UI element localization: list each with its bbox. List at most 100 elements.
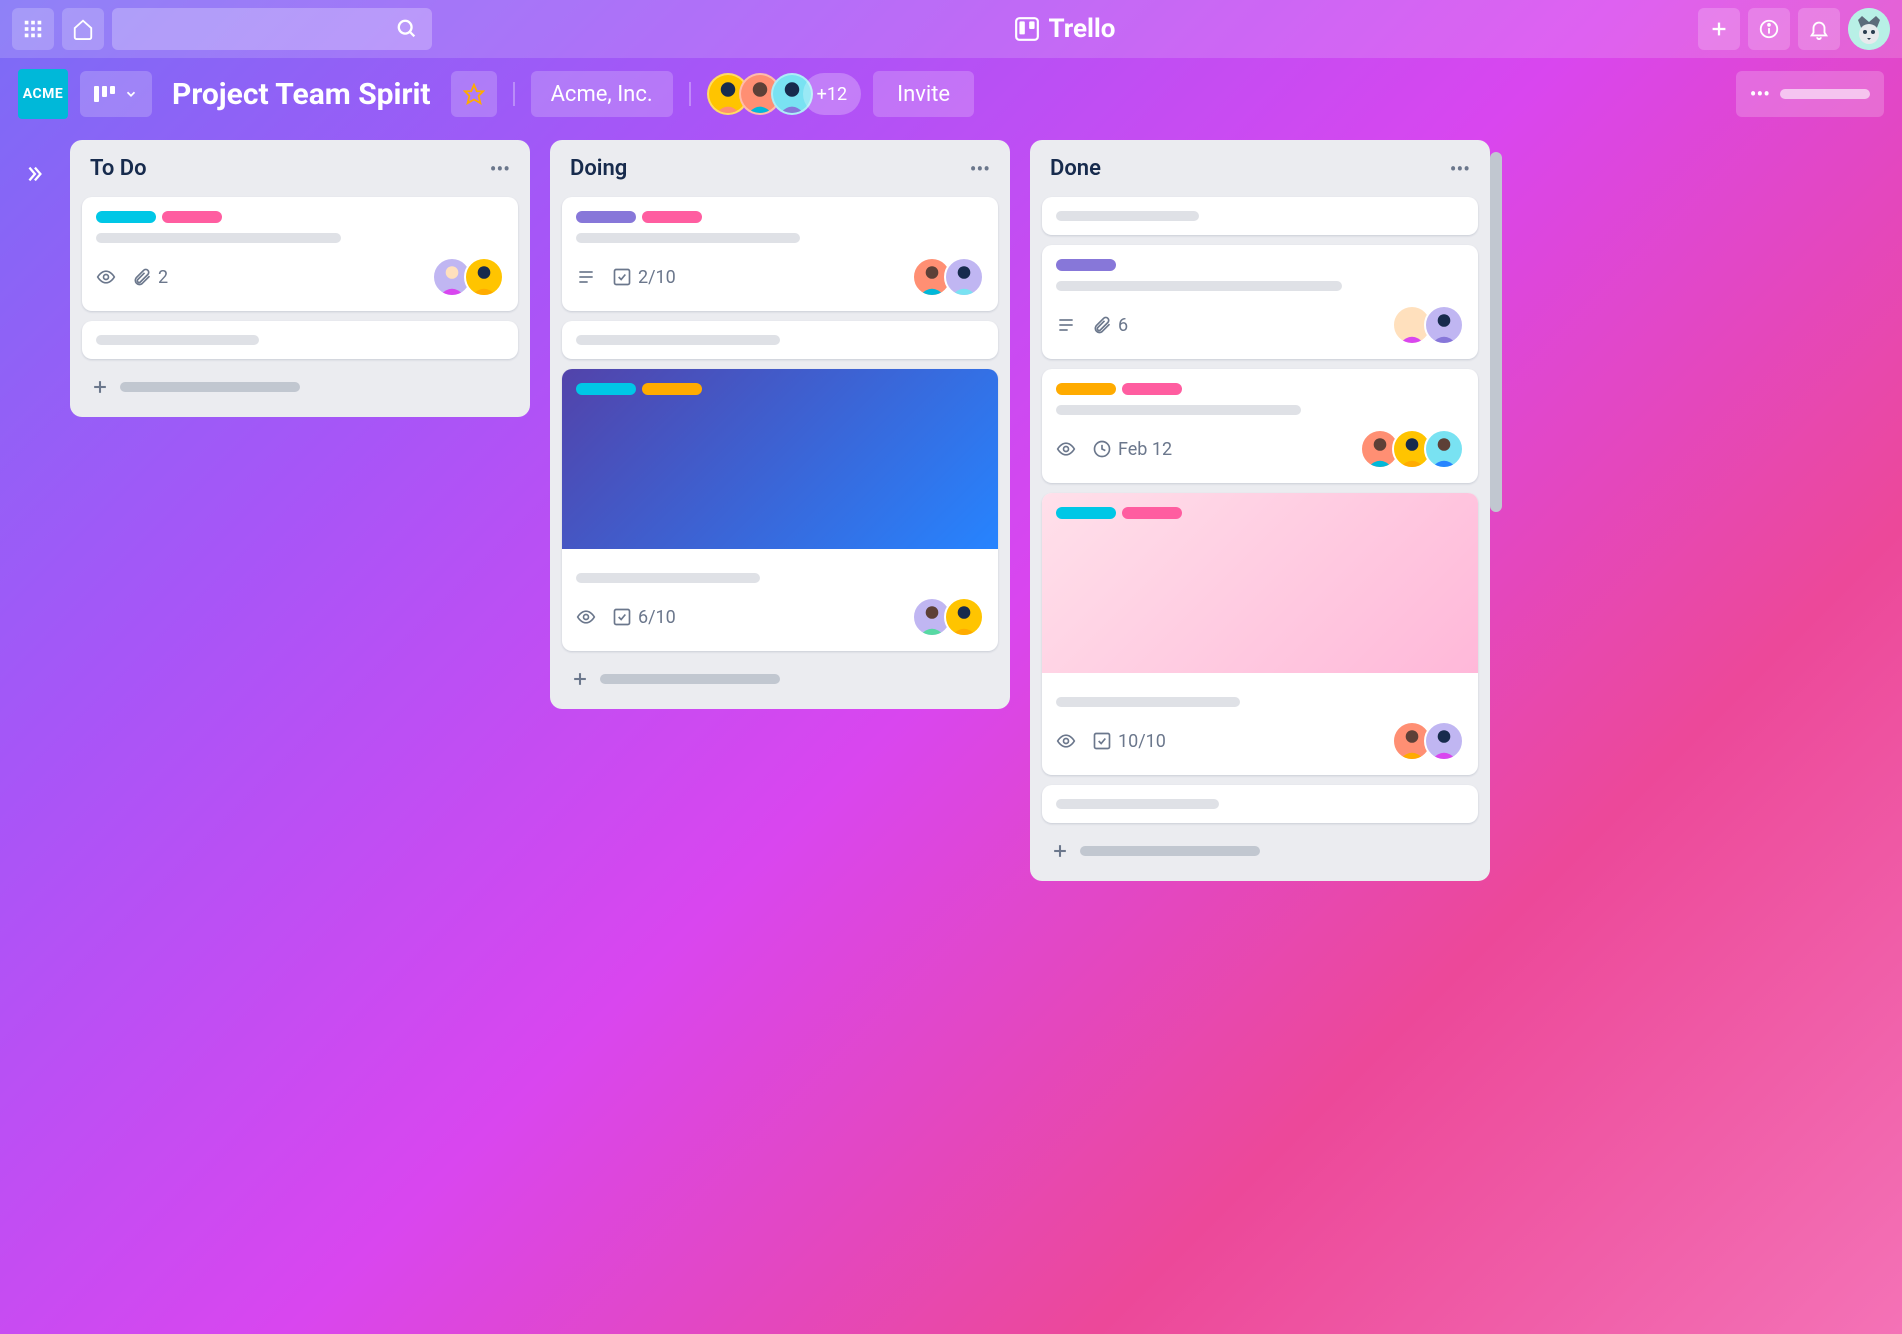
board-view-switcher[interactable] xyxy=(80,71,152,117)
plus-icon xyxy=(90,377,110,397)
sidebar-expand-button[interactable] xyxy=(14,154,54,194)
member-avatar[interactable] xyxy=(464,257,504,297)
member-avatar[interactable] xyxy=(944,597,984,637)
chevron-down-icon xyxy=(124,87,138,101)
checklist-badge: 10/10 xyxy=(1092,731,1166,752)
home-icon xyxy=(72,18,94,40)
husky-avatar-icon xyxy=(1848,8,1890,50)
card-title-placeholder xyxy=(1056,697,1240,707)
add-card-button[interactable] xyxy=(1042,833,1478,869)
apps-button[interactable] xyxy=(12,8,54,50)
eye-icon xyxy=(1056,439,1076,459)
card[interactable]: Feb 12 xyxy=(1042,369,1478,483)
card-label-yellow xyxy=(1056,383,1116,395)
add-card-button[interactable] xyxy=(562,661,998,697)
team-name-button[interactable]: Acme, Inc. xyxy=(531,71,673,117)
watch-badge xyxy=(1056,731,1076,751)
team-logo[interactable]: ACME xyxy=(18,69,68,119)
card-members xyxy=(1392,721,1464,761)
card[interactable]: 2/10 xyxy=(562,197,998,311)
card-cover xyxy=(562,369,998,549)
board-bar: ACME Project Team Spirit Acme, Inc. +12 … xyxy=(0,58,1902,130)
list-title[interactable]: To Do xyxy=(90,156,147,181)
menu-label-placeholder xyxy=(1780,89,1870,99)
info-button[interactable] xyxy=(1748,8,1790,50)
card[interactable] xyxy=(1042,785,1478,823)
list-menu-button[interactable]: ••• xyxy=(1450,157,1470,181)
card-title-placeholder xyxy=(1056,799,1219,809)
card-title-placeholder xyxy=(576,573,760,583)
paperclip-icon xyxy=(1092,315,1112,335)
star-icon xyxy=(463,83,485,105)
description-badge xyxy=(1056,315,1076,335)
list-title[interactable]: Doing xyxy=(570,156,627,181)
card-label-cyan xyxy=(96,211,156,223)
member-avatar[interactable] xyxy=(1424,429,1464,469)
home-button[interactable] xyxy=(62,8,104,50)
info-icon xyxy=(1758,18,1780,40)
board-title[interactable]: Project Team Spirit xyxy=(164,77,439,112)
card-label-cyan xyxy=(1056,507,1116,519)
card-title-placeholder xyxy=(576,233,800,243)
plus-icon xyxy=(570,669,590,689)
search-input[interactable] xyxy=(112,8,432,50)
eye-icon xyxy=(96,267,116,287)
card-members xyxy=(912,257,984,297)
card-label-pink xyxy=(162,211,222,223)
board-members[interactable]: +12 xyxy=(707,73,861,115)
card[interactable]: 6/10 xyxy=(562,369,998,651)
card-members xyxy=(1360,429,1464,469)
card[interactable]: 6 xyxy=(1042,245,1478,359)
ellipsis-icon: ••• xyxy=(1750,82,1770,106)
member-overflow-count[interactable]: +12 xyxy=(803,73,861,115)
member-avatar[interactable] xyxy=(1424,305,1464,345)
card-members xyxy=(1392,305,1464,345)
list-title[interactable]: Done xyxy=(1050,156,1101,181)
card-cover xyxy=(1042,493,1478,673)
card-title-placeholder xyxy=(1056,281,1342,291)
list-scrollbar[interactable] xyxy=(1490,152,1502,512)
user-avatar[interactable] xyxy=(1848,8,1890,50)
card-label-purple xyxy=(576,211,636,223)
watch-badge xyxy=(1056,439,1076,459)
divider xyxy=(513,82,515,106)
card[interactable] xyxy=(562,321,998,359)
app-name: Trello xyxy=(1048,14,1115,44)
invite-button[interactable]: Invite xyxy=(873,71,974,117)
checklist-icon xyxy=(612,607,632,627)
card[interactable]: 2 xyxy=(82,197,518,311)
card[interactable] xyxy=(1042,197,1478,235)
list-todo: To Do ••• 2 xyxy=(70,140,530,417)
paperclip-icon xyxy=(132,267,152,287)
eye-icon xyxy=(576,607,596,627)
list-menu-button[interactable]: ••• xyxy=(490,157,510,181)
member-avatar[interactable] xyxy=(944,257,984,297)
list-doing: Doing ••• 2/10 xyxy=(550,140,1010,709)
board-menu-button[interactable]: ••• xyxy=(1736,71,1884,117)
description-icon xyxy=(576,267,596,287)
card-label-purple xyxy=(1056,259,1116,271)
watch-badge xyxy=(96,267,116,287)
star-button[interactable] xyxy=(451,71,497,117)
attachment-badge: 6 xyxy=(1092,315,1128,336)
attachment-badge: 2 xyxy=(132,267,168,288)
create-button[interactable] xyxy=(1698,8,1740,50)
description-icon xyxy=(1056,315,1076,335)
card-members xyxy=(432,257,504,297)
card[interactable] xyxy=(82,321,518,359)
member-avatar[interactable] xyxy=(1424,721,1464,761)
card[interactable]: 10/10 xyxy=(1042,493,1478,775)
top-bar: Trello xyxy=(0,0,1902,58)
clock-icon xyxy=(1092,439,1112,459)
add-card-button[interactable] xyxy=(82,369,518,405)
board-canvas: To Do ••• 2 xyxy=(0,130,1902,1334)
list-done: Done ••• 6 xyxy=(1030,140,1490,881)
checklist-icon xyxy=(1092,731,1112,751)
grid-icon xyxy=(22,18,44,40)
notifications-button[interactable] xyxy=(1798,8,1840,50)
chevron-double-right-icon xyxy=(23,163,45,185)
plus-icon xyxy=(1050,841,1070,861)
card-label-pink xyxy=(642,211,702,223)
card-title-placeholder xyxy=(96,233,341,243)
list-menu-button[interactable]: ••• xyxy=(970,157,990,181)
